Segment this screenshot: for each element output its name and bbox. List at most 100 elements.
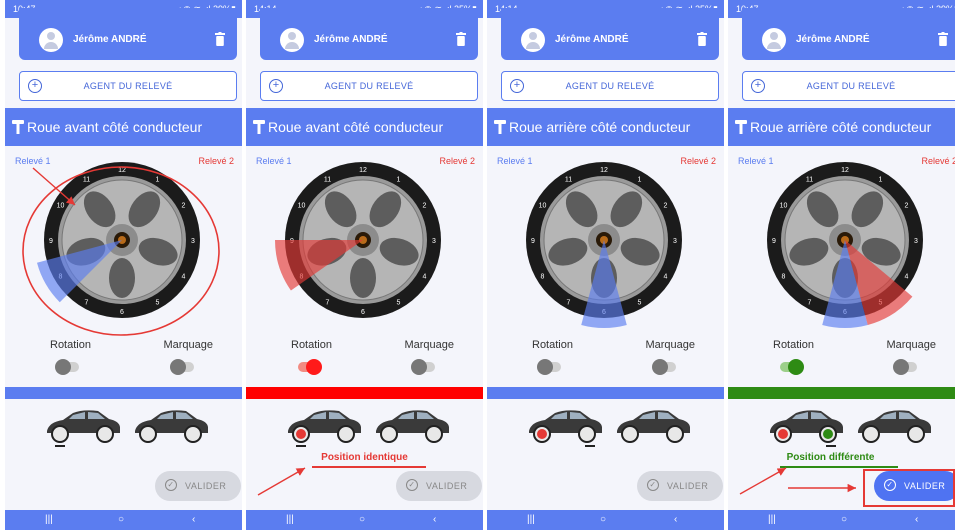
clock-number: 5 [156,299,160,306]
clock-number: 12 [600,167,608,174]
wheel-diagram[interactable]: 121234567891011 [504,160,704,340]
back-icon[interactable]: ‹ [433,510,436,530]
car-rear-selector[interactable] [131,407,211,443]
clock-number: 6 [120,309,124,316]
wheel-diagram[interactable]: 121234567891011 [22,160,222,340]
back-icon[interactable]: ‹ [192,510,195,530]
rim-window [350,258,376,298]
marquage-toggle[interactable] [893,358,919,376]
section-header: Roue arrière côté conducteur [728,108,955,146]
agent-du-releve-button[interactable]: + AGENT DU RELEVÉ [742,71,955,101]
clock-number: 9 [772,238,776,245]
user-card[interactable]: Jérôme ANDRÉ [742,8,955,60]
trash-icon[interactable] [456,32,466,46]
clock-number: 2 [423,203,427,210]
clock-number: 4 [905,274,909,281]
wheel-diagram[interactable]: 121234567891011 [263,160,463,340]
agent-du-releve-label: AGENT DU RELEVÉ [565,81,655,91]
car-wheel [380,425,398,443]
clock-number: 4 [182,274,186,281]
result-color-bar [487,387,724,399]
clock-number: 4 [423,274,427,281]
section-title: Roue arrière côté conducteur [750,119,932,135]
clock-number: 7 [567,299,571,306]
user-name: Jérôme ANDRÉ [796,34,870,45]
clock-number: 8 [541,274,545,281]
home-icon[interactable]: ○ [841,510,847,530]
car-wheel [139,425,157,443]
car-wheel-marker [296,429,306,439]
marquage-label: Marquage [886,339,936,351]
car-wheel-marker [537,429,547,439]
position-status-text: Position différente [786,452,875,463]
valider-button[interactable]: ✓ VALIDER [637,471,723,501]
valider-button[interactable]: ✓ VALIDER [874,471,955,501]
user-card[interactable]: Jérôme ANDRÉ [260,8,478,60]
marquage-label: Marquage [645,339,695,351]
clock-number: 5 [638,299,642,306]
clock-number: 1 [879,177,883,184]
menu-icon[interactable]: ||| [527,510,535,530]
marquage-toggle[interactable] [170,358,196,376]
menu-icon[interactable]: ||| [286,510,294,530]
user-card[interactable]: Jérôme ANDRÉ [501,8,719,60]
valider-button[interactable]: ✓ VALIDER [155,471,241,501]
rotation-label: Rotation [291,339,332,351]
marquage-toggle[interactable] [411,358,437,376]
car-rear-selector[interactable] [613,407,693,443]
clock-number: 1 [638,177,642,184]
position-underline [780,466,898,468]
rotation-toggle[interactable] [55,358,81,376]
menu-icon[interactable]: ||| [768,510,776,530]
car-wheel [578,425,596,443]
section-header: Roue avant côté conducteur [246,108,483,146]
clock-number: 9 [49,238,53,245]
car-front-selector[interactable] [43,407,123,443]
car-front-selector[interactable] [525,407,605,443]
valider-button[interactable]: ✓ VALIDER [396,471,482,501]
agent-du-releve-button[interactable]: + AGENT DU RELEVÉ [19,71,237,101]
car-rear-selector[interactable] [372,407,452,443]
section-title: Roue arrière côté conducteur [509,119,691,135]
valider-label: VALIDER [904,481,946,491]
car-front-selector[interactable] [284,407,364,443]
clock-number: 11 [324,177,331,184]
trash-icon[interactable] [938,32,948,46]
agent-du-releve-button[interactable]: + AGENT DU RELEVÉ [501,71,719,101]
back-icon[interactable]: ‹ [915,510,918,530]
car-wheel [621,425,639,443]
check-circle-icon: ✓ [165,479,177,491]
clock-number: 1 [156,177,160,184]
car-wheel-marker [778,429,788,439]
selected-indicator [55,445,65,447]
android-nav-bar: ||| ○ ‹ [246,510,483,530]
user-card[interactable]: Jérôme ANDRÉ [19,8,237,60]
car-wheel [862,425,880,443]
home-icon[interactable]: ○ [118,510,124,530]
car-wheel-marker [823,429,833,439]
wheel-diagram[interactable]: 121234567891011 [745,160,945,340]
user-name: Jérôme ANDRÉ [555,34,629,45]
clock-number: 11 [565,177,572,184]
agent-du-releve-button[interactable]: + AGENT DU RELEVÉ [260,71,478,101]
rotation-toggle[interactable] [537,358,563,376]
clock-number: 7 [808,299,812,306]
rotation-toggle[interactable] [296,358,322,376]
rotation-label: Rotation [532,339,573,351]
car-front-selector[interactable] [766,407,846,443]
home-icon[interactable]: ○ [359,510,365,530]
back-icon[interactable]: ‹ [674,510,677,530]
rotation-toggle[interactable] [778,358,804,376]
marquage-toggle[interactable] [652,358,678,376]
tire-pressure-icon [12,120,24,134]
car-rear-selector[interactable] [854,407,934,443]
position-status-text: Position identique [321,452,408,463]
clock-number: 12 [359,167,367,174]
home-icon[interactable]: ○ [600,510,606,530]
menu-icon[interactable]: ||| [45,510,53,530]
rotation-label: Rotation [773,339,814,351]
trash-icon[interactable] [697,32,707,46]
avatar [280,28,304,52]
trash-icon[interactable] [215,32,225,46]
rim-window [109,258,135,298]
